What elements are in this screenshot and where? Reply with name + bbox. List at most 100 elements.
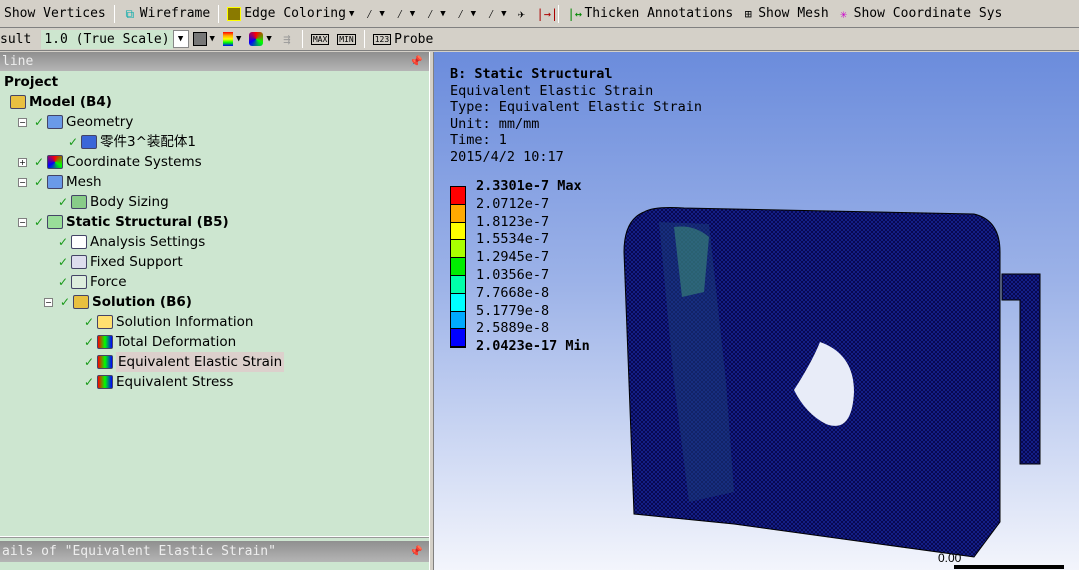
- model-mesh: [623, 207, 1064, 569]
- pushpin-icon: ✈: [517, 6, 526, 21]
- chevron-down-icon[interactable]: ▼: [379, 9, 384, 19]
- tree-node-icon: [47, 115, 63, 129]
- align-button[interactable]: |→|: [532, 3, 558, 25]
- tree-item[interactable]: − ✓ Mesh: [18, 172, 102, 192]
- model-tab: [1001, 273, 1041, 465]
- edge-display-0[interactable]: ⁄ ▼: [358, 3, 388, 25]
- tree-item-label: Project: [4, 74, 59, 90]
- tree-node-icon: [71, 235, 87, 249]
- outline-header: line 📌: [0, 52, 429, 71]
- tree-item-label: Mesh: [66, 174, 102, 190]
- tree-item-label: Force: [90, 274, 127, 290]
- status-check-icon: ✓: [84, 375, 95, 389]
- tree-item[interactable]: − ✓ Static Structural (B5): [18, 212, 229, 232]
- collapse-icon[interactable]: −: [44, 297, 53, 307]
- edge-2-icon: ⁄: [426, 6, 434, 21]
- result-label: sult: [0, 31, 32, 47]
- collapse-icon[interactable]: −: [18, 177, 27, 187]
- wireframe-button[interactable]: ⧉ Wireframe: [119, 3, 214, 25]
- tree-item[interactable]: − ✓ Solution (B6): [44, 292, 192, 312]
- panel-divider[interactable]: [0, 536, 429, 538]
- chevron-down-icon[interactable]: ▼: [349, 9, 354, 19]
- chevron-down-icon[interactable]: ▼: [471, 9, 476, 19]
- collapse-icon[interactable]: −: [18, 217, 27, 227]
- tree-node-icon: [81, 135, 97, 149]
- status-check-icon: ✓: [60, 295, 71, 309]
- expand-icon[interactable]: +: [18, 157, 27, 167]
- edge-x-icon: ⁄: [487, 6, 495, 21]
- tree-node-icon: [71, 195, 87, 209]
- tree-item[interactable]: ✓ Total Deformation: [84, 332, 236, 352]
- tree-item-label: Static Structural (B5): [66, 214, 229, 230]
- status-check-icon: ✓: [58, 275, 69, 289]
- pin-icon[interactable]: 📌: [409, 52, 423, 71]
- contour-icon: [222, 32, 233, 46]
- cube-icon: [192, 32, 207, 46]
- tree-item[interactable]: ✓ Equivalent Elastic Strain: [84, 352, 285, 372]
- status-check-icon: ✓: [84, 315, 95, 329]
- graphics-viewport[interactable]: B: Static Structural Equivalent Elastic …: [434, 52, 1079, 570]
- geometry-display-button[interactable]: ▼: [189, 28, 219, 50]
- tree-item[interactable]: ✓ Body Sizing: [58, 192, 169, 212]
- show-coordinate-systems-button[interactable]: ✳ Show Coordinate Sys: [833, 3, 1007, 25]
- contour-bands-button[interactable]: ▼: [219, 28, 245, 50]
- tree-item[interactable]: ✓ Force: [58, 272, 127, 292]
- show-mesh-button[interactable]: ⊞ Show Mesh: [737, 3, 832, 25]
- tree-node-icon: [97, 375, 113, 389]
- edge-1-icon: ⁄: [396, 6, 404, 21]
- edge-coloring-icon: [227, 6, 242, 21]
- thicken-annotations-button[interactable]: |↔ Thicken Annotations: [563, 3, 737, 25]
- tree-item-label: Coordinate Systems: [66, 154, 202, 170]
- show-coord-label: Show Coordinate Sys: [853, 6, 1003, 21]
- tree-node-icon: [71, 255, 87, 269]
- toolbar-result: sult 1.0 (True Scale) ▼ ▼ ▼ ▼ ⇶ MAX MIN …: [0, 28, 1079, 51]
- outline-title: line: [2, 54, 34, 69]
- tree-node-icon: [71, 275, 87, 289]
- collapse-icon[interactable]: −: [18, 117, 27, 127]
- tree-node-icon: [97, 315, 113, 329]
- edges-display-button[interactable]: ▼: [245, 28, 275, 50]
- chevron-down-icon[interactable]: ▼: [210, 34, 215, 44]
- edge-display-x[interactable]: ⁄ ▼: [480, 3, 510, 25]
- min-button[interactable]: MIN: [333, 28, 359, 50]
- tree-item[interactable]: ✓ Equivalent Stress: [84, 372, 233, 392]
- tree-item[interactable]: ✓ 零件3^装配体1: [68, 132, 196, 152]
- tree-item-label: Equivalent Stress: [116, 374, 234, 390]
- scale-dropdown-button[interactable]: ▼: [172, 30, 189, 48]
- tree-item[interactable]: ✓ Analysis Settings: [58, 232, 205, 252]
- tree-item-label: Solution Information: [116, 314, 254, 330]
- chevron-down-icon[interactable]: ▼: [266, 34, 271, 44]
- edges-icon: [249, 32, 264, 46]
- min-label: MIN: [337, 33, 356, 45]
- tree-item[interactable]: ✓ Solution Information: [84, 312, 253, 332]
- wireframe-label: Wireframe: [139, 6, 211, 21]
- probe-button[interactable]: 123 Probe: [369, 28, 438, 50]
- status-check-icon: ✓: [84, 335, 95, 349]
- pin-button[interactable]: ✈: [510, 3, 532, 25]
- edge-display-1[interactable]: ⁄ ▼: [389, 3, 419, 25]
- show-vertices-button[interactable]: Show Vertices: [0, 3, 110, 25]
- tree-item-label: Body Sizing: [90, 194, 169, 210]
- status-check-icon: ✓: [58, 195, 69, 209]
- pin-icon[interactable]: 📌: [409, 541, 423, 562]
- chevron-down-icon[interactable]: ▼: [236, 34, 241, 44]
- edge-display-3[interactable]: ⁄ ▼: [450, 3, 480, 25]
- tree-item[interactable]: + ✓ Coordinate Systems: [18, 152, 202, 172]
- tree-item[interactable]: − ✓ Geometry: [18, 112, 133, 132]
- chevron-down-icon[interactable]: ▼: [440, 9, 445, 19]
- status-check-icon: ✓: [84, 355, 95, 369]
- tree-item[interactable]: ✓ Fixed Support: [58, 252, 183, 272]
- tree-item-label: 零件3^装配体1: [100, 134, 196, 150]
- edge-display-2[interactable]: ⁄ ▼: [419, 3, 449, 25]
- edge-coloring-button[interactable]: Edge Coloring ▼: [223, 3, 358, 25]
- scale-select[interactable]: 1.0 (True Scale): [41, 29, 173, 49]
- vector-arrows-icon: ⇶: [283, 32, 291, 46]
- scale-label: 0.00: [938, 551, 962, 565]
- vector-display-button[interactable]: ⇶: [276, 28, 298, 50]
- tree-item[interactable]: Model (B4): [10, 92, 112, 112]
- chevron-down-icon[interactable]: ▼: [501, 9, 506, 19]
- tree-item[interactable]: Project: [4, 72, 58, 92]
- chevron-down-icon[interactable]: ▼: [410, 9, 415, 19]
- max-button[interactable]: MAX: [307, 28, 333, 50]
- separator: [301, 30, 303, 48]
